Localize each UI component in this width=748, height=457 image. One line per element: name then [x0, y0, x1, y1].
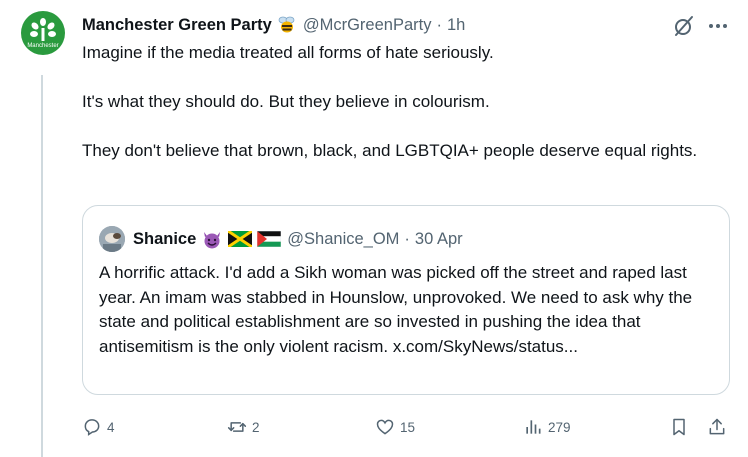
quote-header: Shanice @Shanice_OM · 30 Apr [99, 226, 463, 252]
repost-icon [227, 422, 247, 432]
views-icon [526, 420, 541, 434]
author-handle[interactable]: @McrGreenParty [303, 16, 432, 35]
quote-text: A horrific attack. I'd add a Sikh woman … [99, 263, 693, 356]
separator-dot: · [436, 15, 442, 34]
repost-count: 2 [252, 419, 260, 435]
avatar[interactable]: Manchester [21, 11, 65, 55]
repost-button[interactable]: 2 [227, 413, 260, 441]
quote-timestamp[interactable]: 30 Apr [415, 230, 463, 249]
bookmark-icon [673, 418, 685, 436]
devil-emoji-icon [201, 229, 223, 249]
bee-emoji-icon [277, 16, 297, 34]
grok-icon[interactable] [672, 14, 696, 38]
quote-author-name[interactable]: Shanice [133, 230, 196, 249]
bookmark-button[interactable] [669, 413, 689, 441]
avatar-label: Manchester [27, 42, 59, 49]
timestamp[interactable]: 1h [447, 16, 465, 35]
action-bar: 4 2 15 279 [82, 413, 732, 441]
tweet-text: Imagine if the media treated all forms o… [82, 41, 732, 164]
views-count: 279 [548, 419, 571, 435]
tweet-header: Manchester Green Party @McrGreenParty · … [82, 14, 465, 36]
palestine-flag-icon [257, 231, 282, 247]
tweet-paragraph: It's what they should do. But they belie… [82, 92, 490, 111]
author-name[interactable]: Manchester Green Party [82, 16, 272, 35]
separator-dot: · [404, 229, 410, 248]
quote-avatar[interactable] [99, 226, 125, 252]
reply-button[interactable]: 4 [82, 413, 115, 441]
like-count: 15 [400, 419, 416, 435]
share-icon [709, 418, 725, 435]
more-icon[interactable] [706, 14, 730, 38]
tweet-paragraph: Imagine if the media treated all forms o… [82, 43, 494, 62]
like-icon [376, 419, 394, 435]
thread-line [41, 75, 43, 457]
like-button[interactable]: 15 [375, 413, 415, 441]
jamaica-flag-icon [228, 231, 253, 247]
views-button[interactable]: 279 [523, 413, 571, 441]
reply-icon [84, 419, 100, 436]
quoted-tweet[interactable]: Shanice @Shanice_OM · 30 Apr A horrific … [82, 205, 730, 395]
reply-count: 4 [107, 419, 115, 435]
share-button[interactable] [707, 413, 727, 441]
tweet-paragraph: They don't believe that brown, black, an… [82, 141, 698, 160]
green-party-logo-icon [30, 17, 56, 41]
quote-author-handle[interactable]: @Shanice_OM [287, 230, 399, 249]
